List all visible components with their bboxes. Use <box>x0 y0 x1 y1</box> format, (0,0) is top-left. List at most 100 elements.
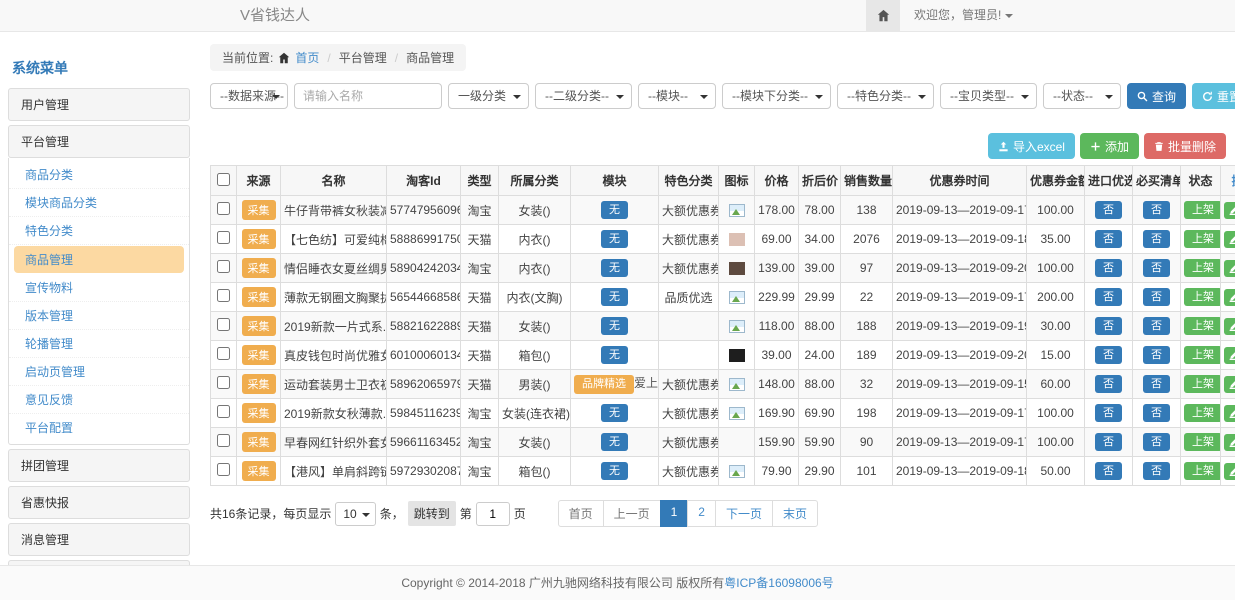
sales-count: 188 <box>856 319 876 333</box>
filter-select[interactable]: --二级分类-- <box>535 83 632 109</box>
edit-button[interactable] <box>1224 289 1235 306</box>
status-button[interactable]: 上架 <box>1184 259 1221 277</box>
filter-select[interactable]: --模块-- <box>638 83 716 109</box>
edit-button[interactable] <box>1224 202 1235 219</box>
sidebar-subitem[interactable]: 商品分类 <box>9 161 189 189</box>
status-button[interactable]: 上架 <box>1184 201 1221 219</box>
edit-button[interactable] <box>1224 463 1235 480</box>
must-buy-toggle[interactable]: 否 <box>1143 375 1170 393</box>
row-checkbox[interactable] <box>217 405 230 418</box>
must-buy-toggle[interactable]: 否 <box>1143 462 1170 480</box>
must-buy-toggle[interactable]: 否 <box>1143 404 1170 422</box>
row-checkbox[interactable] <box>217 347 230 360</box>
sidebar-subitem[interactable]: 平台配置 <box>9 414 189 441</box>
per-page-select[interactable]: 10 <box>335 502 375 526</box>
edit-button[interactable] <box>1224 231 1235 248</box>
filter-select[interactable]: 一级分类 <box>448 83 529 109</box>
jump-page-input[interactable] <box>476 502 510 526</box>
jump-button[interactable]: 跳转到 <box>408 501 456 526</box>
imported-toggle[interactable]: 否 <box>1095 346 1122 364</box>
row-checkbox[interactable] <box>217 463 230 476</box>
reset-button[interactable]: 重置 <box>1192 83 1235 109</box>
edit-button[interactable] <box>1224 434 1235 451</box>
row-checkbox[interactable] <box>217 376 230 389</box>
must-buy-toggle[interactable]: 否 <box>1143 288 1170 306</box>
sidebar-section[interactable]: 省惠快报 <box>8 486 190 519</box>
sidebar-subitem[interactable]: 商品管理 <box>14 246 184 273</box>
sidebar-subitem[interactable]: 特色分类 <box>9 217 189 245</box>
status-button[interactable]: 上架 <box>1184 433 1221 451</box>
import-excel-button[interactable]: 导入excel <box>988 133 1075 159</box>
breadcrumb-home[interactable]: 首页 <box>295 49 319 66</box>
row-checkbox[interactable] <box>217 434 230 447</box>
module-none-chip: 无 <box>601 259 628 277</box>
row-checkbox[interactable] <box>217 318 230 331</box>
status-button[interactable]: 上架 <box>1184 462 1221 480</box>
edit-button[interactable] <box>1224 405 1235 422</box>
must-buy-toggle[interactable]: 否 <box>1143 230 1170 248</box>
column-header: 图标 <box>719 166 755 196</box>
pager-button[interactable]: 上一页 <box>603 500 661 527</box>
user-menu[interactable]: 欢迎您，管理员! <box>900 0 1027 31</box>
imported-toggle[interactable]: 否 <box>1095 375 1122 393</box>
sidebar-section[interactable]: 消息管理 <box>8 523 190 556</box>
imported-toggle[interactable]: 否 <box>1095 259 1122 277</box>
must-buy-toggle[interactable]: 否 <box>1143 317 1170 335</box>
row-checkbox[interactable] <box>217 231 230 244</box>
must-buy-toggle[interactable]: 否 <box>1143 259 1170 277</box>
status-button[interactable]: 上架 <box>1184 230 1221 248</box>
edit-icon <box>1229 263 1235 273</box>
sidebar-section[interactable]: 拼团管理 <box>8 449 190 482</box>
edit-button[interactable] <box>1224 260 1235 277</box>
imported-toggle[interactable]: 否 <box>1095 230 1122 248</box>
home-nav-button[interactable] <box>866 0 900 31</box>
sidebar-section-user[interactable]: 用户管理 <box>8 88 190 121</box>
filter-select[interactable]: --模块下分类-- <box>722 83 831 109</box>
table-row: 采集 情侣睡衣女夏丝绸男士... 589042420344 淘宝 内衣() 无 … <box>211 254 1235 283</box>
imported-toggle[interactable]: 否 <box>1095 317 1122 335</box>
icp-link[interactable]: 粤ICP备16098006号 <box>724 576 833 590</box>
batch-delete-button[interactable]: 批量删除 <box>1144 133 1226 159</box>
sidebar-subitem[interactable]: 模块商品分类 <box>9 189 189 217</box>
edit-button[interactable] <box>1224 318 1235 335</box>
name-search-input[interactable] <box>294 83 442 109</box>
sidebar-subitem[interactable]: 启动页管理 <box>9 358 189 386</box>
sidebar-subitem[interactable]: 宣传物料 <box>9 274 189 302</box>
must-buy-toggle[interactable]: 否 <box>1143 433 1170 451</box>
pager-button[interactable]: 2 <box>687 500 716 527</box>
sidebar-subitem[interactable]: 意见反馈 <box>9 386 189 414</box>
imported-toggle[interactable]: 否 <box>1095 201 1122 219</box>
status-button[interactable]: 上架 <box>1184 404 1221 422</box>
pager-button[interactable]: 首页 <box>558 500 604 527</box>
data-source-select[interactable]: --数据来源-- <box>210 83 288 109</box>
add-button[interactable]: 添加 <box>1080 133 1139 159</box>
status-button[interactable]: 上架 <box>1184 317 1221 335</box>
column-header: 类型 <box>461 166 499 196</box>
sidebar-subitem[interactable]: 轮播管理 <box>9 330 189 358</box>
status-button[interactable]: 上架 <box>1184 375 1221 393</box>
pager-button[interactable]: 末页 <box>772 500 818 527</box>
must-buy-toggle[interactable]: 否 <box>1143 346 1170 364</box>
search-button[interactable]: 查询 <box>1127 83 1186 109</box>
imported-toggle[interactable]: 否 <box>1095 433 1122 451</box>
pager-button[interactable]: 1 <box>660 500 689 527</box>
edit-button[interactable] <box>1224 347 1235 364</box>
pager-button[interactable]: 下一页 <box>715 500 773 527</box>
filter-select[interactable]: --特色分类-- <box>837 83 934 109</box>
imported-toggle[interactable]: 否 <box>1095 404 1122 422</box>
status-button[interactable]: 上架 <box>1184 288 1221 306</box>
must-buy-toggle[interactable]: 否 <box>1143 201 1170 219</box>
row-checkbox[interactable] <box>217 202 230 215</box>
row-checkbox[interactable] <box>217 289 230 302</box>
filter-select[interactable]: --状态-- <box>1043 83 1121 109</box>
edit-button[interactable] <box>1224 376 1235 393</box>
filter-select[interactable]: --宝贝类型-- <box>940 83 1037 109</box>
imported-toggle[interactable]: 否 <box>1095 462 1122 480</box>
sidebar-subitem[interactable]: 版本管理 <box>9 302 189 330</box>
row-checkbox[interactable] <box>217 260 230 273</box>
imported-toggle[interactable]: 否 <box>1095 288 1122 306</box>
platform-submenu: 商品分类模块商品分类特色分类商品管理宣传物料版本管理轮播管理启动页管理意见反馈平… <box>8 158 190 445</box>
status-button[interactable]: 上架 <box>1184 346 1221 364</box>
select-all-checkbox[interactable] <box>217 173 230 186</box>
sidebar-section-platform[interactable]: 平台管理 <box>8 125 190 158</box>
